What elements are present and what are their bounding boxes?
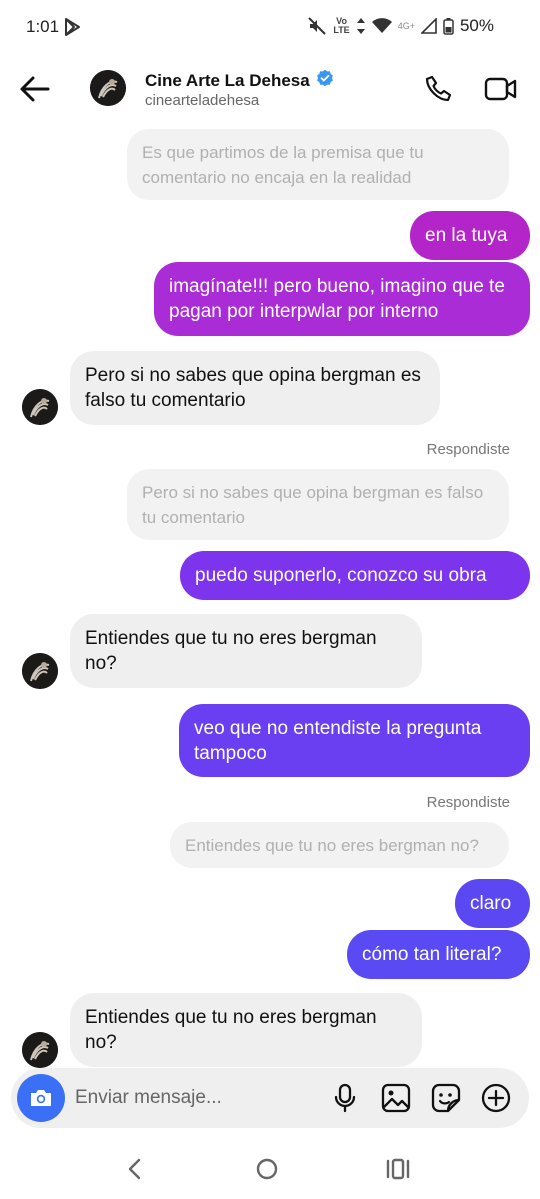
arrow-left-icon (20, 76, 50, 102)
reply-text: Entiendes que tu no eres bergman no? (185, 835, 479, 855)
sent-message[interactable]: claro (455, 879, 530, 928)
sender-avatar[interactable] (22, 389, 58, 425)
microphone-icon (334, 1083, 356, 1113)
chat-header: Cine Arte La Dehesa cinearteladehesa (0, 54, 540, 124)
message-text: imagínate!!! pero bueno, imagino que te … (169, 276, 505, 322)
play-store-icon (64, 17, 82, 42)
contact-name: Cine Arte La Dehesa (145, 70, 310, 90)
message-composer (11, 1068, 529, 1128)
volte-indicator: Vo LTE (333, 16, 350, 35)
sent-message[interactable]: cómo tan literal? (347, 930, 530, 979)
video-camera-icon (484, 77, 517, 101)
message-text: en la tuya (425, 225, 508, 246)
received-message[interactable]: Entiendes que tu no eres bergman no? (70, 614, 422, 688)
status-icons: Vo LTE 4G+ 50% (307, 16, 494, 36)
verified-badge-icon (316, 69, 334, 92)
sent-message[interactable]: imagínate!!! pero bueno, imagino que te … (154, 262, 530, 336)
sent-message[interactable]: veo que no entendiste la pregunta tampoc… (179, 704, 530, 777)
received-message[interactable]: Pero si no sabes que opina bergman es fa… (70, 351, 440, 425)
received-message[interactable]: Entiendes que tu no eres bergman no? (70, 993, 422, 1067)
home-circle-icon (256, 1158, 278, 1180)
battery-percent: 50% (459, 16, 494, 35)
replied-message-preview[interactable]: Es que partimos de la premisa que tu com… (127, 129, 509, 200)
message-text: Pero si no sabes que opina bergman es fa… (85, 365, 421, 411)
microphone-button[interactable] (329, 1082, 361, 1114)
sticker-button[interactable] (430, 1082, 462, 1114)
replied-label: Respondiste (426, 441, 510, 458)
camera-icon (31, 1090, 51, 1106)
nav-back-button[interactable] (120, 1154, 150, 1184)
message-text: Entiendes que tu no eres bergman no? (85, 628, 377, 674)
sender-avatar[interactable] (22, 653, 58, 689)
reply-text: Es que partimos de la premisa que tu com… (142, 142, 424, 187)
chevron-left-icon (128, 1158, 141, 1180)
plus-circle-icon (481, 1083, 511, 1113)
status-time: 1:01 (26, 17, 60, 36)
contact-avatar[interactable] (90, 70, 126, 106)
signal-icon (420, 18, 437, 34)
wifi-icon (371, 18, 392, 34)
message-text: puedo suponerlo, conozco su obra (195, 565, 487, 586)
image-icon (381, 1083, 411, 1113)
message-text: claro (470, 893, 512, 914)
message-text: veo que no entendiste la pregunta tampoc… (194, 717, 482, 764)
data-arrows-icon (356, 17, 366, 35)
replied-message-preview[interactable]: Pero si no sabes que opina bergman es fa… (127, 469, 509, 540)
add-button[interactable] (480, 1082, 512, 1114)
contact-name-row[interactable]: Cine Arte La Dehesa (145, 69, 334, 92)
gallery-button[interactable] (380, 1082, 412, 1114)
message-text: cómo tan literal? (362, 944, 502, 965)
network-type: 4G+ (397, 21, 415, 31)
sent-message[interactable]: en la tuya (410, 211, 530, 260)
video-call-button[interactable] (484, 74, 518, 104)
back-button[interactable] (18, 72, 52, 106)
message-input[interactable] (75, 1084, 315, 1112)
battery-icon (443, 17, 454, 35)
recents-icon (386, 1158, 410, 1180)
status-bar: 1:01 Vo LTE 4G+ 50% (0, 0, 540, 54)
sent-message[interactable]: puedo suponerlo, conozco su obra (180, 551, 530, 600)
reply-text: Pero si no sabes que opina bergman es fa… (142, 482, 484, 527)
contact-handle: cinearteladehesa (145, 92, 260, 109)
sticker-icon (431, 1083, 461, 1113)
system-nav-bar (0, 1140, 540, 1199)
message-text: Entiendes que tu no eres bergman no? (85, 1007, 377, 1053)
nav-home-button[interactable] (252, 1154, 282, 1184)
call-button[interactable] (424, 74, 454, 104)
phone-icon (425, 75, 452, 102)
sender-avatar[interactable] (22, 1032, 58, 1068)
camera-button[interactable] (17, 1074, 65, 1122)
replied-message-preview[interactable]: Entiendes que tu no eres bergman no? (170, 822, 509, 868)
mute-icon (307, 16, 327, 36)
nav-recents-button[interactable] (383, 1154, 413, 1184)
replied-label: Respondiste (426, 794, 510, 811)
